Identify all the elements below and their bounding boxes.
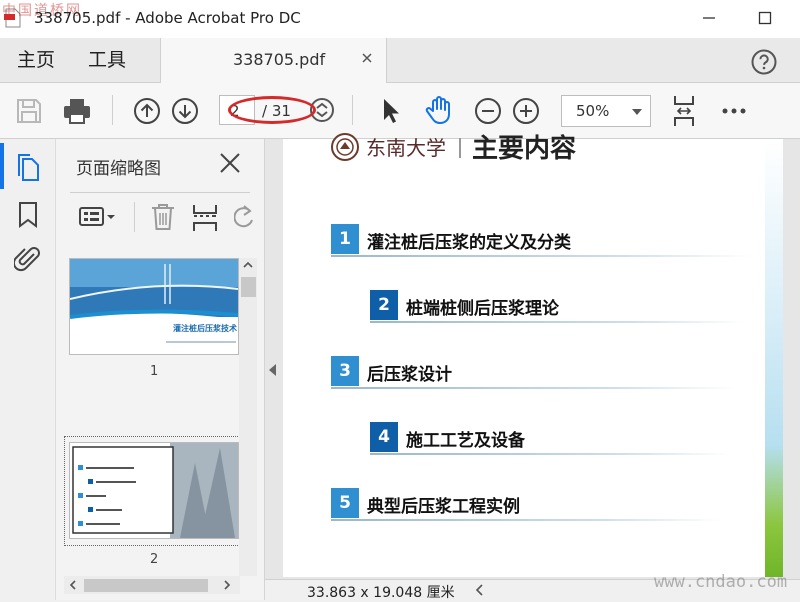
plus-circle-icon[interactable] — [512, 97, 540, 125]
toc-underline — [331, 519, 721, 521]
panel-divider — [70, 192, 250, 193]
chevron-left-icon[interactable] — [475, 584, 485, 596]
maximize-icon — [758, 11, 772, 25]
thumbnail-1-caption: 灌注桩后压浆技术 — [173, 324, 237, 333]
thumbnail-page-1[interactable]: 灌注桩后压浆技术 — [69, 258, 239, 355]
toc-number: 3 — [331, 356, 359, 386]
toc-number: 5 — [331, 488, 359, 518]
insert-page-icon[interactable] — [192, 204, 218, 232]
chevron-left-icon[interactable] — [67, 579, 79, 591]
close-panel-icon[interactable] — [218, 151, 242, 175]
hand-icon[interactable] — [424, 95, 454, 125]
chevron-down-icon — [632, 109, 642, 115]
toc-text: 灌注桩后压浆的定义及分类 — [367, 233, 571, 253]
toc-number: 2 — [370, 290, 398, 320]
fit-page-icon[interactable] — [671, 95, 697, 127]
panel-separator — [134, 202, 135, 232]
page-decoration-strip — [765, 139, 783, 577]
thumbnail-horizontal-scroll-thumb[interactable] — [84, 579, 208, 592]
thumbnail-2-label: 2 — [150, 552, 159, 567]
panel-title: 页面缩略图 — [76, 159, 161, 179]
university-name: 东南大学 — [366, 136, 446, 160]
toc-item-1: 1 灌注桩后压浆的定义及分类 — [331, 224, 751, 257]
watermark-bottom: www.cndao.com — [654, 572, 788, 592]
thumbnail-vertical-scrollbar[interactable] — [239, 258, 257, 576]
tab-document-label: 338705.pdf — [233, 50, 326, 69]
bookmark-icon[interactable] — [18, 202, 38, 228]
heading-divider — [459, 138, 461, 158]
trash-icon[interactable] — [150, 203, 176, 231]
toolbar: 2 / 31 50% — [0, 83, 800, 139]
toc-text: 典型后压浆工程实例 — [367, 497, 520, 517]
rotate-icon[interactable] — [234, 205, 254, 231]
minus-circle-icon[interactable] — [474, 97, 502, 125]
toolbar-separator — [352, 95, 353, 125]
tab-tools[interactable]: 工具 — [88, 38, 126, 82]
toc-item-3: 3 后压浆设计 — [331, 356, 736, 389]
toc-underline — [370, 321, 745, 323]
toc-item-5: 5 典型后压浆工程实例 — [331, 488, 721, 521]
tab-document[interactable]: 338705.pdf — [160, 38, 387, 83]
window-title: 338705.pdf - Adobe Acrobat Pro DC — [34, 9, 301, 27]
page-size-readout: 33.863 x 19.048 厘米 — [307, 585, 455, 601]
toc-underline — [331, 387, 736, 389]
tab-bar: 主页 工具 338705.pdf — [0, 38, 800, 83]
attachment-icon[interactable] — [14, 245, 42, 273]
toc-number: 1 — [331, 224, 359, 254]
chevron-up-icon[interactable] — [242, 259, 254, 271]
toc-item-4: 4 施工工艺及设备 — [370, 422, 730, 455]
more-icon[interactable] — [722, 107, 746, 115]
page-heading: 主要内容 — [472, 134, 577, 164]
university-logo-icon — [331, 133, 359, 161]
toc-item-2: 2 桩端桩侧后压浆理论 — [370, 290, 745, 323]
toc-number: 4 — [370, 422, 398, 452]
thumbnail-options-icon[interactable] — [79, 205, 117, 229]
maximize-button[interactable] — [750, 6, 780, 30]
tab-home[interactable]: 主页 — [17, 38, 55, 82]
rail-active-indicator — [0, 143, 4, 189]
thumbnail-image-cover — [70, 259, 238, 354]
collapse-panel-icon[interactable] — [269, 364, 276, 376]
toc-underline — [370, 453, 730, 455]
zoom-value: 50% — [576, 102, 610, 120]
toc-underline — [331, 255, 751, 257]
chevron-right-icon[interactable] — [221, 579, 233, 591]
help-circle-icon[interactable] — [751, 49, 777, 75]
toolbar-separator — [112, 95, 113, 125]
thumbnail-1-label: 1 — [150, 364, 159, 379]
arrow-up-circle-icon[interactable] — [133, 97, 161, 125]
zoom-select[interactable]: 50% — [561, 95, 651, 127]
toc-text: 后压浆设计 — [367, 365, 452, 385]
page-thumbnails-icon[interactable] — [16, 154, 42, 182]
arrow-down-circle-icon[interactable] — [171, 97, 199, 125]
toc-text: 桩端桩侧后压浆理论 — [406, 299, 559, 319]
annotation-ellipse — [228, 96, 316, 124]
thumbnail-vertical-scroll-thumb[interactable] — [241, 277, 256, 297]
close-icon — [362, 53, 372, 63]
pointer-icon[interactable] — [381, 97, 401, 125]
save-icon[interactable] — [16, 98, 42, 124]
thumbnail-page-2[interactable] — [69, 442, 239, 539]
minimize-button[interactable] — [694, 6, 724, 30]
toc-text: 施工工艺及设备 — [406, 431, 525, 451]
minimize-icon — [703, 17, 715, 19]
close-tab-button[interactable] — [361, 48, 373, 68]
thumbnail-image-toc — [70, 443, 238, 538]
print-icon[interactable] — [63, 97, 91, 125]
